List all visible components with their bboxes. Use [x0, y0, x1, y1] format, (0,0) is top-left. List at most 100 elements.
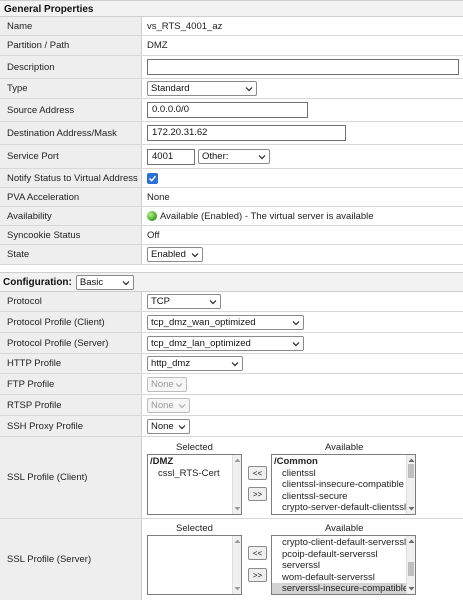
ssl-server-selected-list[interactable] [147, 535, 242, 595]
checkmark-icon [148, 175, 157, 182]
service-port-select-value: Other: [202, 151, 229, 162]
list-item[interactable]: clientssl-insecure-compatible [272, 479, 415, 491]
list-group-header: /DMZ [150, 456, 174, 467]
protocol-profile-server-value: tcp_dmz_lan_optimized [151, 337, 251, 349]
chevron-down-icon [191, 253, 199, 258]
http-profile-value: http_dmz [151, 358, 191, 369]
ssl-server-label: SSL Profile (Server) [0, 519, 142, 600]
scrollbar[interactable] [406, 455, 415, 514]
status-green-icon [147, 211, 157, 221]
ftp-profile-row: FTP Profile None [0, 374, 463, 395]
state-select[interactable]: Enabled [147, 247, 203, 262]
protocol-label: Protocol [0, 292, 142, 311]
availability-row: Availability Available (Enabled) - The v… [0, 207, 463, 226]
service-port-select[interactable]: Other: [198, 149, 270, 164]
name-row: Name vs_RTS_4001_az [0, 17, 463, 36]
service-port-label: Service Port [0, 145, 142, 168]
ssl-client-selected-header: Selected [176, 442, 213, 453]
source-address-input[interactable]: 0.0.0.0/0 [147, 102, 308, 118]
http-profile-row: HTTP Profile http_dmz [0, 354, 463, 374]
ftp-profile-select: None [147, 376, 187, 392]
ssl-server-selected-header: Selected [176, 523, 213, 534]
scrollbar[interactable] [232, 455, 241, 514]
protocol-profile-client-row: Protocol Profile (Client) tcp_dmz_wan_op… [0, 312, 463, 333]
list-group-header: /Common [274, 456, 318, 467]
list-item[interactable]: wom-default-serverssl [272, 572, 415, 584]
ssl-server-remove-button[interactable]: >> [248, 568, 267, 582]
protocol-profile-client-value: tcp_dmz_wan_optimized [151, 316, 256, 328]
chevron-down-icon [122, 280, 130, 285]
scroll-down-icon [408, 587, 415, 591]
chevron-down-icon [209, 300, 217, 305]
ssl-client-remove-button[interactable]: >> [248, 487, 267, 501]
notify-checkbox[interactable] [147, 172, 158, 184]
scroll-up-icon [234, 458, 241, 462]
partition-label: Partition / Path [0, 36, 142, 55]
state-label: State [0, 245, 142, 264]
ssl-server-available-header: Available [325, 523, 364, 534]
ssl-server-available-list[interactable]: crypto-client-default-serverssl pcoip-de… [271, 535, 416, 595]
scrollbar-thumb[interactable] [408, 562, 414, 576]
http-profile-select[interactable]: http_dmz [147, 356, 243, 371]
rtsp-profile-row: RTSP Profile None [0, 395, 463, 416]
type-select-value: Standard [151, 83, 190, 94]
protocol-profile-server-select[interactable]: tcp_dmz_lan_optimized [147, 335, 304, 351]
syncookie-row: Syncookie Status Off [0, 226, 463, 245]
scrollbar-thumb[interactable] [408, 464, 414, 478]
destination-label: Destination Address/Mask [0, 122, 142, 144]
ssh-profile-select[interactable]: None [147, 418, 190, 434]
configuration-mode-select[interactable]: Basic [75, 274, 134, 290]
scroll-down-icon [408, 507, 415, 511]
syncookie-label: Syncookie Status [0, 226, 142, 244]
list-item[interactable]: serverssl [272, 560, 415, 572]
list-item[interactable]: clientssl [272, 468, 415, 480]
ssl-server-add-button[interactable]: << [248, 546, 267, 560]
description-input[interactable] [147, 59, 459, 75]
name-value: vs_RTS_4001_az [147, 20, 223, 32]
chevron-down-icon [178, 424, 186, 429]
rtsp-profile-value: None [151, 399, 174, 411]
ssl-client-selected-list[interactable]: /DMZ cssl_RTS-Cert [147, 454, 242, 515]
protocol-select[interactable]: TCP [147, 294, 221, 309]
destination-input[interactable]: 172.20.31.62 [147, 125, 346, 141]
name-label: Name [0, 17, 142, 35]
chevron-down-icon [178, 403, 186, 408]
list-item[interactable]: clientssl-secure [272, 491, 415, 503]
scroll-down-icon [234, 507, 241, 511]
service-port-row: Service Port 4001 Other: [0, 145, 463, 169]
ssl-client-available-list[interactable]: /Common clientssl clientssl-insecure-com… [271, 454, 416, 515]
availability-status: Available (Enabled) [160, 210, 243, 222]
source-address-label: Source Address [0, 99, 142, 121]
partition-value: DMZ [147, 40, 168, 51]
scrollbar[interactable] [406, 536, 415, 594]
scroll-up-icon [408, 539, 415, 543]
chevron-down-icon [245, 87, 253, 92]
ssh-profile-row: SSH Proxy Profile None [0, 416, 463, 437]
list-item[interactable]: cssl_RTS-Cert [148, 468, 241, 480]
syncookie-value: Off [147, 229, 160, 241]
ssl-client-add-button[interactable]: << [248, 466, 267, 480]
http-profile-label: HTTP Profile [0, 354, 142, 373]
service-port-input[interactable]: 4001 [147, 148, 195, 165]
list-item[interactable]: crypto-server-default-clientssl [272, 502, 415, 514]
source-address-row: Source Address 0.0.0.0/0 [0, 99, 463, 122]
description-row: Description [0, 56, 463, 79]
protocol-profile-client-select[interactable]: tcp_dmz_wan_optimized [147, 314, 304, 330]
configuration-mode-value: Basic [79, 276, 104, 288]
ssh-profile-value: None [151, 420, 174, 432]
list-item[interactable]: pcoip-default-serverssl [272, 549, 415, 561]
protocol-profile-server-label: Protocol Profile (Server) [0, 333, 142, 353]
ftp-profile-value: None [151, 378, 174, 390]
protocol-row: Protocol TCP [0, 292, 463, 312]
type-select[interactable]: Standard [147, 81, 257, 96]
protocol-profile-server-row: Protocol Profile (Server) tcp_dmz_lan_op… [0, 333, 463, 354]
protocol-profile-client-label: Protocol Profile (Client) [0, 312, 142, 332]
scrollbar[interactable] [232, 536, 241, 594]
state-row: State Enabled [0, 245, 463, 265]
notify-label: Notify Status to Virtual Address [0, 169, 142, 187]
list-item[interactable]: serverssl-insecure-compatible [272, 583, 415, 594]
scroll-down-icon [234, 587, 241, 591]
configuration-title: Configuration: [3, 276, 72, 288]
list-item[interactable]: crypto-client-default-serverssl [272, 537, 415, 549]
chevron-down-icon [292, 320, 300, 325]
